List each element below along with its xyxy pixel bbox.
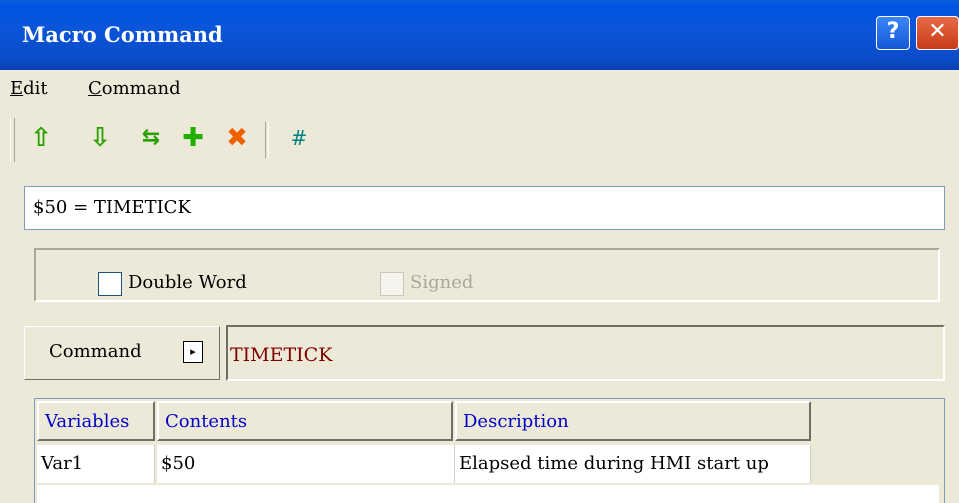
window-title: Macro Command — [22, 22, 223, 47]
menu-command[interactable]: Command — [88, 78, 181, 99]
menu-bar: Edit Command — [0, 70, 959, 106]
variables-table: Variables Contents Description Var1 $50 … — [34, 398, 945, 503]
table-cell-contents[interactable]: $50 — [157, 445, 455, 483]
expression-field[interactable]: $50 = TIMETICK — [24, 186, 945, 230]
command-value: TIMETICK — [230, 344, 333, 366]
add-icon[interactable]: ✚ — [178, 122, 208, 154]
menu-edit[interactable]: Edit — [10, 78, 48, 99]
macro-command-window: Macro Command ? ✕ Edit Command ⇧ ⇩ ⇆ ✚ ✖… — [0, 0, 959, 503]
menu-command-label: ommand — [101, 78, 181, 99]
title-bar[interactable]: Macro Command ? ✕ — [0, 0, 959, 70]
double-word-checkbox[interactable] — [98, 272, 122, 296]
column-header-variables[interactable]: Variables — [37, 401, 155, 441]
toolbar-grip[interactable] — [10, 118, 15, 162]
menu-edit-accel: E — [10, 78, 24, 99]
signed-checkbox — [380, 272, 404, 296]
toolbar: ⇧ ⇩ ⇆ ✚ ✖ # — [0, 108, 959, 172]
double-word-label[interactable]: Double Word — [128, 272, 247, 293]
command-display: TIMETICK — [226, 325, 945, 381]
options-group: Double Word Signed — [34, 248, 940, 302]
table-cell-description[interactable]: Elapsed time during HMI start up — [455, 445, 811, 483]
table-empty-area — [37, 485, 939, 503]
column-header-contents[interactable]: Contents — [157, 401, 453, 441]
command-button-label: Command — [49, 341, 142, 362]
submenu-arrow-icon: ▸ — [183, 341, 203, 363]
toolbar-separator — [265, 122, 269, 158]
move-up-icon[interactable]: ⇧ — [26, 122, 56, 154]
help-icon: ? — [886, 19, 900, 44]
hash-icon[interactable]: # — [284, 122, 314, 154]
column-header-description[interactable]: Description — [455, 401, 811, 441]
swap-icon[interactable]: ⇆ — [136, 122, 166, 154]
signed-label: Signed — [410, 272, 474, 293]
command-button[interactable]: Command ▸ — [24, 326, 220, 380]
delete-icon[interactable]: ✖ — [222, 122, 252, 154]
table-cell-variable[interactable]: Var1 — [37, 445, 155, 483]
close-button[interactable]: ✕ — [916, 16, 959, 50]
move-down-icon[interactable]: ⇩ — [85, 122, 115, 154]
menu-edit-label: dit — [23, 78, 48, 99]
help-button[interactable]: ? — [876, 16, 910, 50]
menu-command-accel: C — [88, 78, 102, 99]
close-icon: ✕ — [928, 19, 947, 44]
